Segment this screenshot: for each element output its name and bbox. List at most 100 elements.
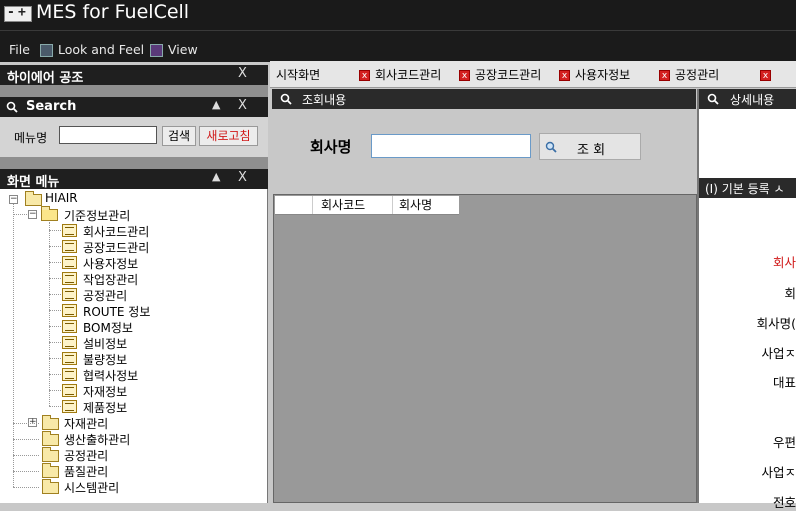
tree-guide [49,294,61,295]
tab-user-info[interactable]: 사용자정보 [575,66,630,83]
company-name-label: 회사명 [310,138,352,156]
tree-item[interactable]: 제품정보 [83,399,127,415]
query-panel-title: 조회내용 [302,93,347,107]
tree-root[interactable]: HIAIR [45,191,78,207]
window-title: MES for FuelCell [36,1,190,23]
menu-look-and-feel[interactable]: Look and Feel [58,42,144,57]
panel-divider [0,85,268,97]
search-panel-title: Search [26,99,77,114]
tree-item[interactable]: BOM정보 [83,319,133,335]
tree-guide [13,202,14,487]
close-tab-icon[interactable]: x [659,70,670,81]
folder-icon [42,431,59,446]
close-tab-icon[interactable]: x [459,70,470,81]
folder-icon [25,191,42,206]
registration-header: (I) 기본 등록 ㅅ [699,178,796,198]
tree-item[interactable]: 불량정보 [83,351,127,367]
magnifier-icon [545,141,557,153]
tree-guide [13,439,39,440]
tree-guide [49,374,61,375]
tab-start[interactable]: 시작화면 [276,66,320,83]
tree-guide [49,222,50,406]
tree-group-standard[interactable]: 기준정보관리 [64,207,130,223]
magnifier-icon [6,101,18,113]
app-icon: - + [4,5,32,22]
close-tab-icon[interactable]: x [559,70,570,81]
tree-guide [49,230,61,231]
field-label: 전호 [772,495,796,510]
tree-group[interactable]: 자재관리 [64,415,108,431]
company-name-input[interactable] [371,134,531,158]
company-panel-header: 하이에어 공조 X [0,65,268,86]
document-icon [62,320,77,333]
company-panel-title: 하이에어 공조 [7,71,84,86]
tree-expander[interactable]: − [9,195,18,204]
refresh-button[interactable]: 새로고침 [199,126,258,146]
detail-panel-title: 상세내용 [730,93,775,107]
tree-guide [49,262,61,263]
menu-view[interactable]: View [168,42,198,57]
query-panel-header: 조회내용 [272,89,696,109]
close-tab-icon[interactable]: x [760,70,771,81]
folder-icon [42,463,59,478]
document-icon [62,304,77,317]
detail-panel [699,109,796,178]
document-icon [62,272,77,285]
tree-item[interactable]: ROUTE 정보 [83,303,150,319]
tree-expander[interactable]: − [28,210,37,219]
tree-guide [49,406,61,407]
query-button[interactable]: 조 회 [539,133,641,160]
document-icon [62,384,77,397]
tree-item[interactable]: 설비정보 [83,335,127,351]
search-panel-collapse-button[interactable]: ▲ [212,98,220,111]
tree-guide [49,246,61,247]
close-tab-icon[interactable]: x [359,70,370,81]
field-label: 대표 [772,375,796,390]
tree-group[interactable]: 품질관리 [64,463,108,479]
tab-company-code[interactable]: 회사코드관리 [375,66,441,83]
tree-item[interactable]: 공정관리 [83,287,127,303]
folder-icon [42,447,59,462]
tree-item[interactable]: 자재정보 [83,383,127,399]
field-label: 회사명( [756,316,796,331]
tree-item[interactable]: 회사코드관리 [83,223,149,239]
look-and-feel-icon [40,44,53,57]
document-icon [62,256,77,269]
tree-guide [49,326,61,327]
field-label: 사업ㅈ [761,346,796,361]
panel-divider [0,157,268,169]
document-icon [62,368,77,381]
tree-guide [13,423,39,424]
tree-item[interactable]: 사용자정보 [83,255,138,271]
search-panel-close-button[interactable]: X [238,98,247,113]
menu-panel-collapse-button[interactable]: ▲ [212,170,220,183]
grid-col-company-code[interactable]: 회사코드 [313,196,393,214]
tab-factory-code[interactable]: 공장코드관리 [475,66,541,83]
result-grid[interactable] [273,194,697,503]
detail-panel-header: 상세내용 [699,89,796,109]
field-label-company: 회사 [772,255,796,270]
grid-col-company-name[interactable]: 회사명 [393,196,459,214]
field-label: 회 [784,286,796,301]
search-button[interactable]: 검색 [162,126,196,146]
menu-panel-close-button[interactable]: X [238,170,247,185]
tree-item[interactable]: 공장코드관리 [83,239,149,255]
registration-title: (I) 기본 등록 ㅅ [705,182,785,196]
folder-icon [41,206,58,221]
folder-icon [42,479,59,494]
document-icon [62,400,77,413]
tree-item[interactable]: 작업장관리 [83,271,138,287]
tree-group[interactable]: 시스템관리 [64,479,119,495]
tree-guide [49,358,61,359]
menu-name-input[interactable] [59,126,157,144]
document-icon [62,240,77,253]
company-panel-close-button[interactable]: X [238,66,247,81]
document-icon [62,288,77,301]
tree-group[interactable]: 공정관리 [64,447,108,463]
menu-file[interactable]: File [9,42,30,57]
search-panel-header: Search ▲ X [0,97,268,117]
tab-process[interactable]: 공정관리 [675,66,719,83]
tree-item[interactable]: 협력사정보 [83,367,138,383]
tree-group[interactable]: 생산출하관리 [64,431,130,447]
query-button-label: 조 회 [577,143,606,158]
